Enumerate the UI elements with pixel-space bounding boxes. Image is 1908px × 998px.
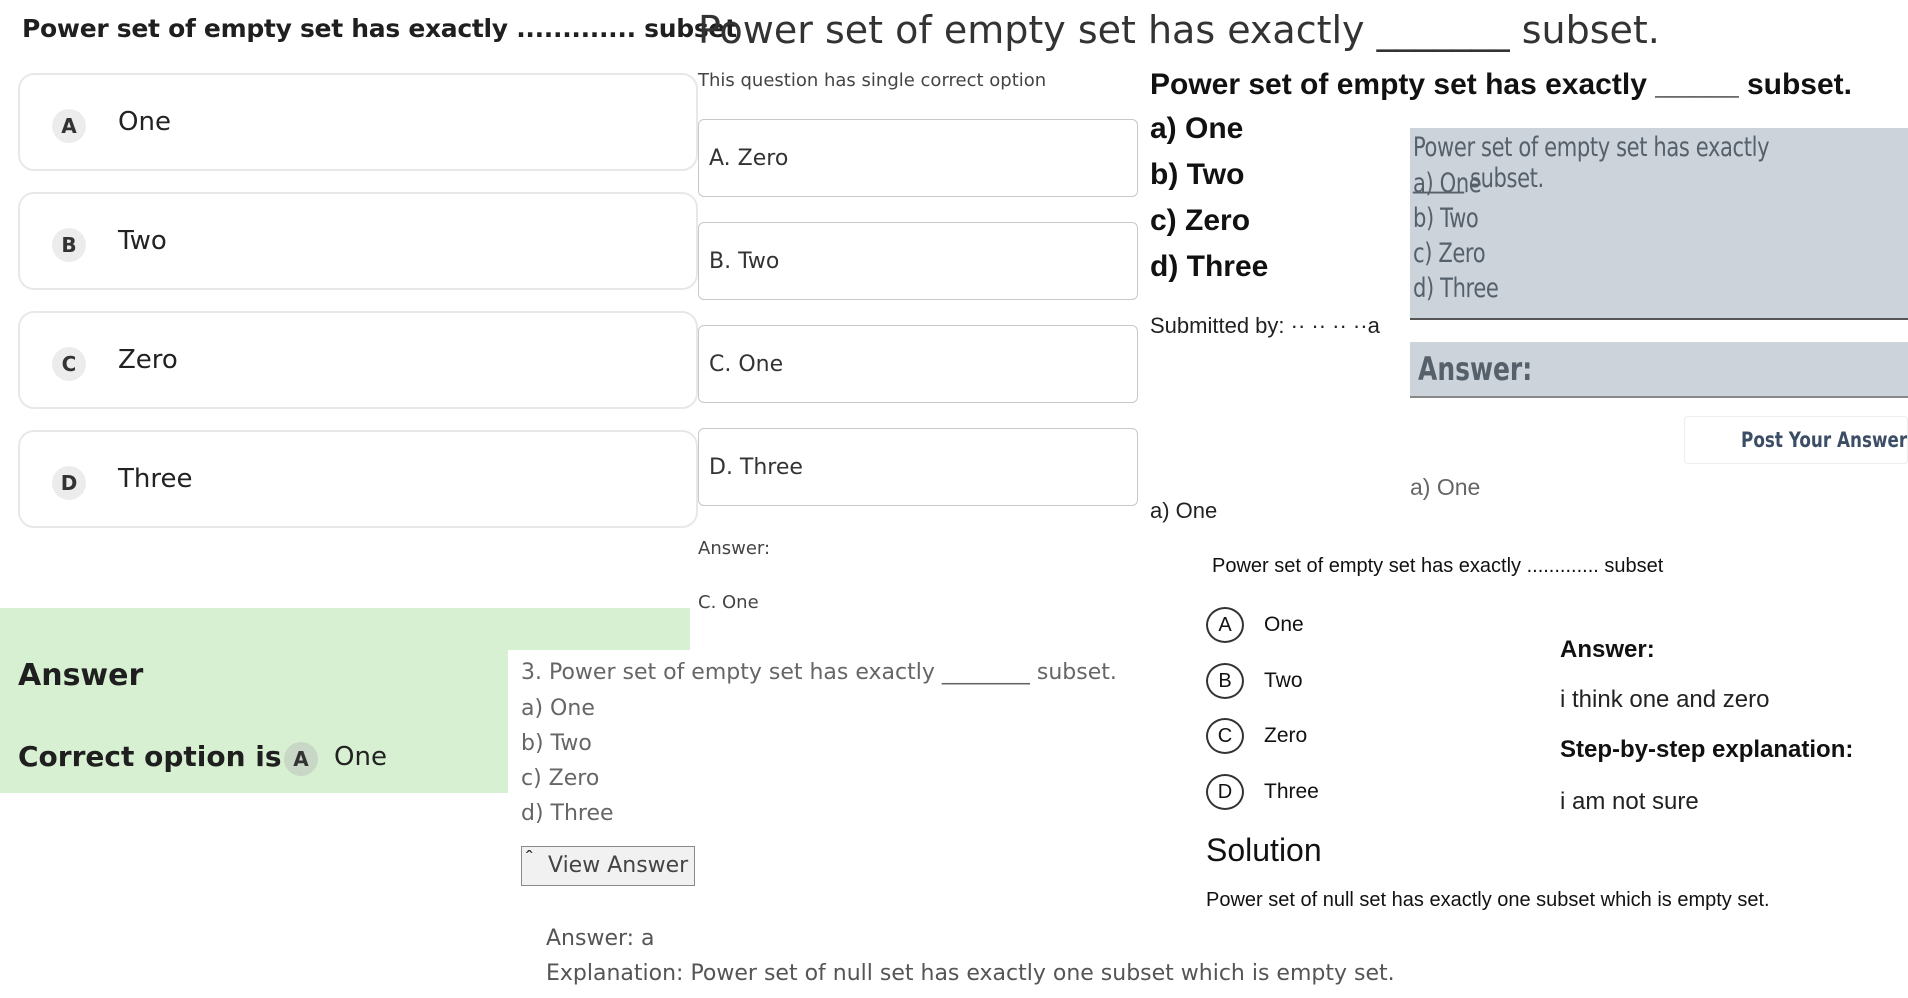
- panel3-option-a: a) One: [1150, 112, 1244, 145]
- option-label: A. Zero: [709, 146, 789, 171]
- panel4-answer-heading: Answer:: [1418, 350, 1533, 388]
- panel3-answer: a) One: [1150, 498, 1218, 523]
- caret-up-icon: ˆ: [526, 848, 533, 870]
- panel5-solution-heading: Solution: [1206, 832, 1322, 868]
- option-label: D. Three: [709, 455, 803, 480]
- panel1-answer-heading: Answer: [18, 658, 144, 693]
- panel1-correct-letter-badge: A: [284, 742, 318, 776]
- panel2-option-b[interactable]: B. Two: [698, 222, 1138, 300]
- option-letter-badge: A: [1206, 607, 1244, 643]
- panel2-option-c[interactable]: C. One: [698, 325, 1138, 403]
- panel3-submitted-by: Submitted by: ·· ·· ·· ··a: [1150, 313, 1380, 338]
- panel5-solution-text: Power set of null set has exactly one su…: [1206, 889, 1770, 911]
- panel7-answer: Answer: a: [546, 926, 655, 951]
- panel7-option-c: c) Zero: [521, 766, 600, 791]
- option-label: Three: [1264, 780, 1319, 803]
- panel4-answer: a) One: [1410, 474, 1481, 500]
- panel5-question-title: Power set of empty set has exactly .....…: [1212, 555, 1664, 577]
- panel7-option-b: b) Two: [521, 731, 592, 756]
- option-label: B. Two: [709, 249, 780, 274]
- option-letter-badge: D: [1206, 774, 1244, 810]
- option-label: Zero: [118, 345, 178, 375]
- panel2-subtitle: This question has single correct option: [698, 70, 1047, 91]
- panel1-option-b[interactable]: B Two: [18, 192, 698, 290]
- panel1-option-d[interactable]: D Three: [18, 430, 698, 528]
- option-label: One: [118, 107, 171, 137]
- panel2-question-title: Power set of empty set has exactly _____…: [698, 8, 1660, 52]
- option-label: C. One: [709, 352, 784, 377]
- panel4-option-d: d) Three: [1413, 273, 1499, 304]
- view-answer-button[interactable]: ˆ View Answer: [521, 846, 695, 886]
- panel6-step-heading: Step-by-step explanation:: [1560, 736, 1854, 763]
- option-label: Two: [118, 226, 167, 256]
- panel1-option-c[interactable]: C Zero: [18, 311, 698, 409]
- option-letter-badge: D: [52, 466, 86, 500]
- panel4-option-b: b) Two: [1413, 203, 1479, 234]
- post-answer-label: Post Your Answer ←: [1741, 428, 1908, 452]
- panel3-option-c: c) Zero: [1150, 204, 1251, 237]
- panel4-divider: [1410, 318, 1908, 320]
- view-answer-label: View Answer: [548, 853, 689, 878]
- panel4-option-a: a) One: [1413, 168, 1482, 199]
- panel1-option-a[interactable]: A One: [18, 73, 698, 171]
- panel6-answer-heading: Answer:: [1560, 636, 1655, 663]
- panel7-question: 3. Power set of empty set has exactly __…: [521, 660, 1117, 685]
- option-letter-badge: B: [52, 228, 86, 262]
- panel7-option-d: d) Three: [521, 801, 614, 826]
- panel6-step-text: i am not sure: [1560, 788, 1699, 815]
- panel3-option-d: d) Three: [1150, 250, 1269, 283]
- panel2-option-a[interactable]: A. Zero: [698, 119, 1138, 197]
- option-label: One: [1264, 613, 1304, 636]
- panel1-question-title: Power set of empty set has exactly .....…: [22, 14, 737, 43]
- panel4-option-c: c) Zero: [1413, 238, 1486, 269]
- option-label: Zero: [1264, 724, 1308, 747]
- panel7-option-a: a) One: [521, 696, 595, 721]
- panel1-correct-option-text: Correct option is: [18, 740, 282, 773]
- option-label: Three: [118, 464, 193, 494]
- option-letter-badge: A: [52, 109, 86, 143]
- panel3-option-b: b) Two: [1150, 158, 1245, 191]
- post-your-answer-button[interactable]: Post Your Answer ←: [1684, 416, 1908, 464]
- panel3-question-title: Power set of empty set has exactly _____…: [1150, 68, 1852, 101]
- panel2-option-d[interactable]: D. Three: [698, 428, 1138, 506]
- option-label: Two: [1264, 669, 1303, 692]
- option-letter-badge: C: [52, 347, 86, 381]
- panel7-explanation: Explanation: Power set of null set has e…: [546, 961, 1395, 986]
- panel2-answer-label: Answer:: [698, 538, 771, 559]
- option-letter-badge: B: [1206, 663, 1244, 699]
- option-letter-badge: C: [1206, 718, 1244, 754]
- panel1-correct-label: One: [334, 742, 387, 772]
- panel2-answer-value: C. One: [698, 592, 759, 613]
- panel6-answer-text: i think one and zero: [1560, 686, 1770, 713]
